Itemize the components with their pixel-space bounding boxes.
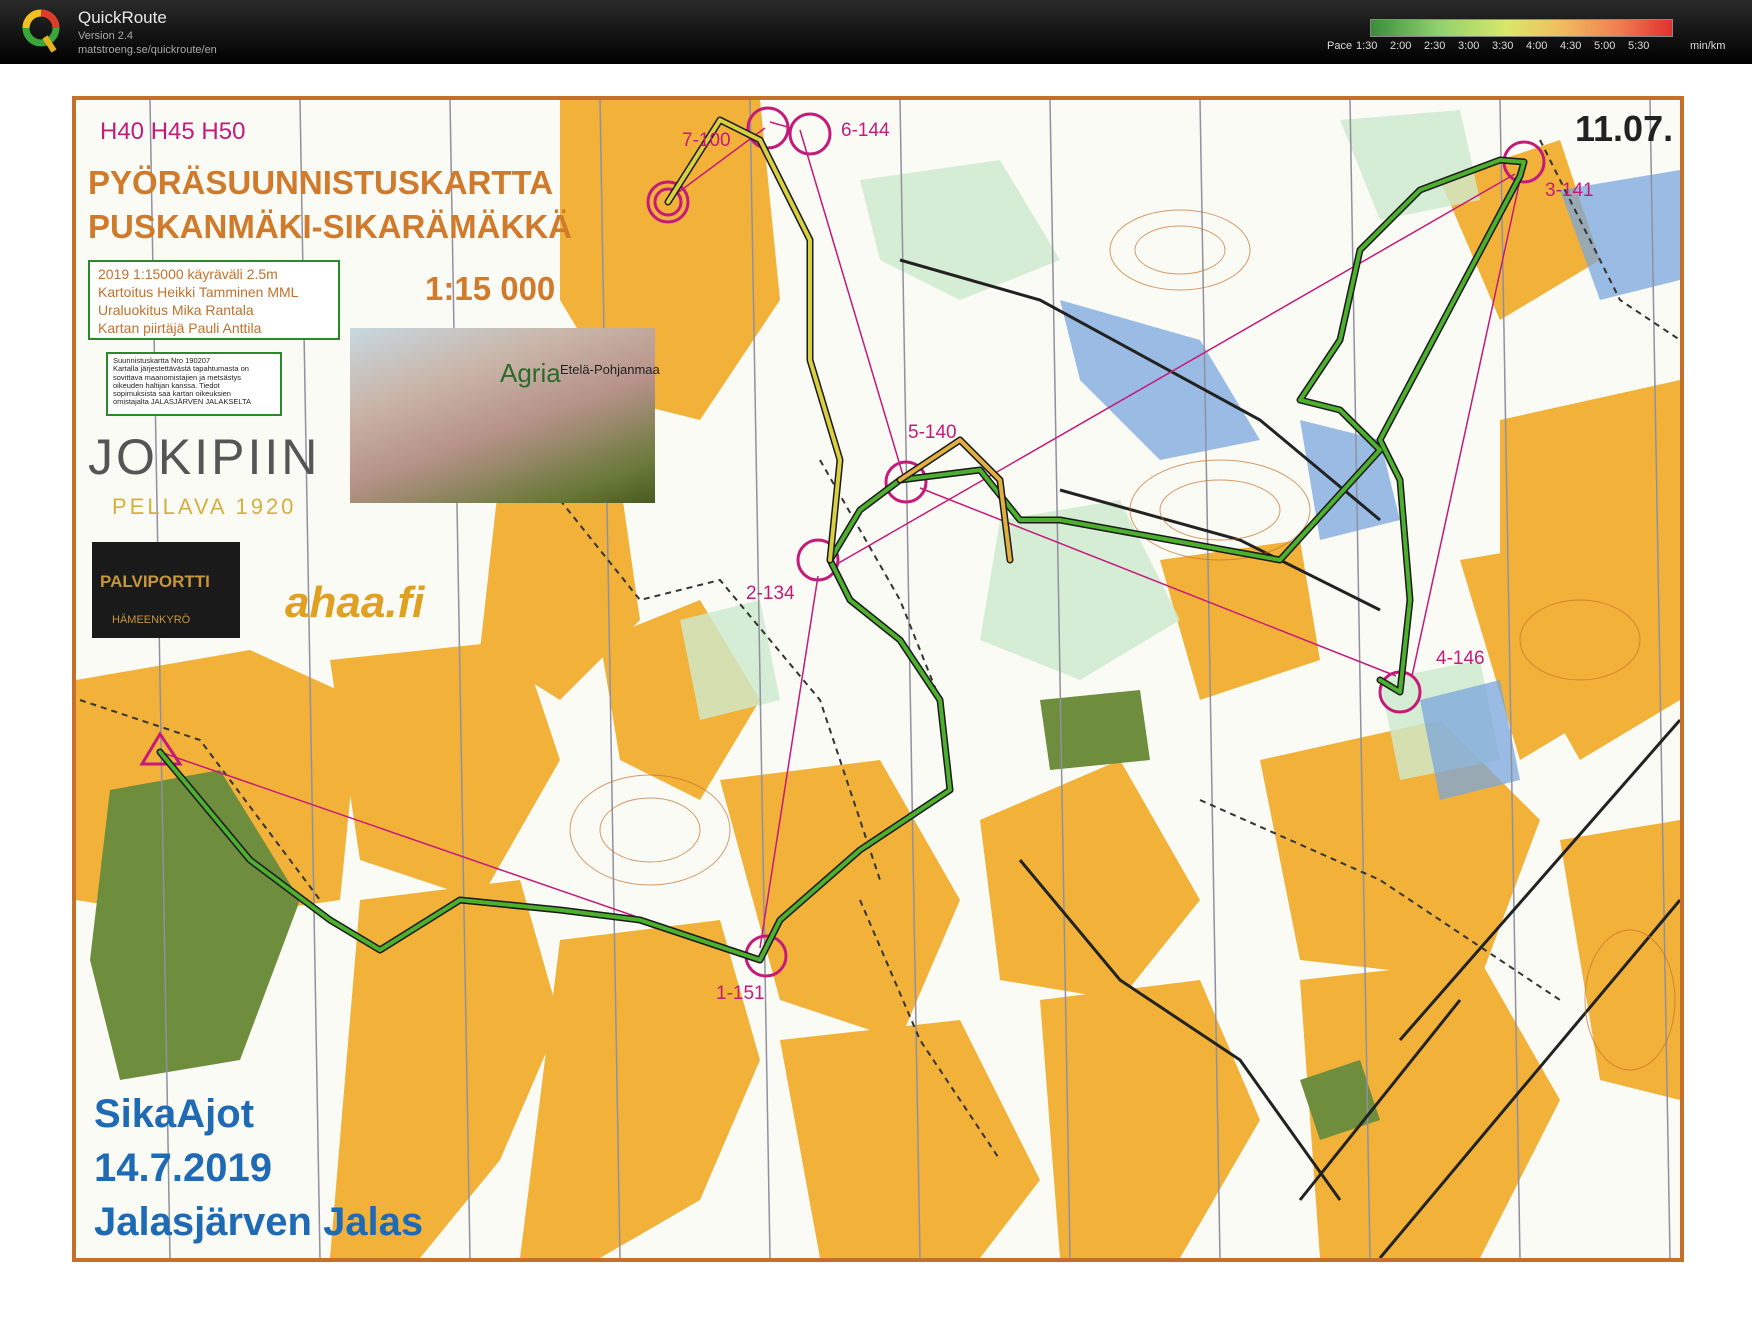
palviportti-name: PALVIPORTTI bbox=[100, 572, 210, 591]
map-credits-box: 2019 1:15000 käyräväli 2.5m Kartoitus He… bbox=[88, 260, 340, 340]
map-scale: 1:15 000 bbox=[425, 270, 556, 307]
course-classes: H40 H45 H50 bbox=[100, 118, 246, 145]
control-label-4: 4-146 bbox=[1436, 648, 1485, 669]
map-title-line-1: PYÖRÄSUUNNISTUSKARTTA bbox=[88, 164, 554, 201]
credit-line: Kartoitus Heikki Tamminen MML bbox=[98, 284, 299, 300]
event-organizer: Jalasjärven Jalas bbox=[94, 1200, 424, 1244]
pace-tick: 2:30 bbox=[1424, 40, 1446, 52]
app-version: Version 2.4 bbox=[78, 30, 134, 42]
control-label-7: 7-100 bbox=[682, 130, 731, 151]
credit-line: Kartan piirtäjä Pauli Anttila bbox=[98, 320, 262, 336]
pace-tick: 4:30 bbox=[1560, 40, 1582, 52]
palviportti-location: HÄMEENKYRÖ bbox=[112, 614, 191, 626]
pace-tick: 5:00 bbox=[1594, 40, 1616, 52]
control-label-5: 5-140 bbox=[908, 422, 957, 443]
pace-tick: 4:00 bbox=[1526, 40, 1548, 52]
event-date: 14.7.2019 bbox=[94, 1146, 272, 1190]
sponsor-agria-region: Etelä-Pohjanmaa bbox=[560, 362, 660, 377]
sponsor-jokipiin-logo: JOKIPIIN bbox=[88, 429, 321, 485]
control-label-6: 6-144 bbox=[841, 120, 890, 141]
notice-line: omistajalta JALASJÄRVEN JALAKSELTA bbox=[113, 397, 251, 407]
control-label-3: 3-141 bbox=[1545, 180, 1594, 201]
map-date: 11.07. bbox=[1575, 108, 1674, 149]
pig-photo bbox=[350, 328, 655, 503]
pace-tick: 3:00 bbox=[1458, 40, 1480, 52]
pace-tick: 5:30 bbox=[1628, 40, 1650, 52]
control-label-2: 2-134 bbox=[746, 583, 795, 604]
control-label-1: 1-151 bbox=[716, 983, 765, 1004]
sponsor-palviportti-logo: PALVIPORTTI HÄMEENKYRÖ bbox=[92, 542, 240, 638]
sponsor-agria-logo: Agria bbox=[500, 358, 561, 388]
permission-notice-box: Suunnistuskartta Nro 190207 Kartalla jär… bbox=[106, 352, 282, 416]
app-url[interactable]: matstroeng.se/quickroute/en bbox=[78, 44, 217, 56]
app-name: QuickRoute bbox=[78, 8, 167, 27]
pace-tick: 1:30 bbox=[1356, 40, 1378, 52]
pace-color-scale bbox=[1370, 19, 1673, 37]
pace-tick: 2:00 bbox=[1390, 40, 1412, 52]
pace-unit: min/km bbox=[1690, 40, 1726, 52]
event-name: SikaAjot bbox=[94, 1092, 255, 1136]
credit-line: Uraluokitus Mika Rantala bbox=[98, 302, 254, 318]
quickroute-header: QuickRoute Version 2.4 matstroeng.se/qui… bbox=[0, 0, 1752, 64]
pace-tick: 3:30 bbox=[1492, 40, 1514, 52]
pace-label: Pace bbox=[1327, 40, 1353, 52]
credit-line: 2019 1:15000 käyräväli 2.5m bbox=[98, 266, 278, 282]
map-title-line-2: PUSKANMÄKI-SIKARÄMÄKKÄ bbox=[88, 208, 572, 245]
quickroute-logo-icon bbox=[22, 9, 60, 53]
sponsor-ahaa-logo: ahaa.fi bbox=[285, 578, 425, 627]
sponsor-jokipiin-subtitle: PELLAVA 1920 bbox=[112, 494, 297, 519]
